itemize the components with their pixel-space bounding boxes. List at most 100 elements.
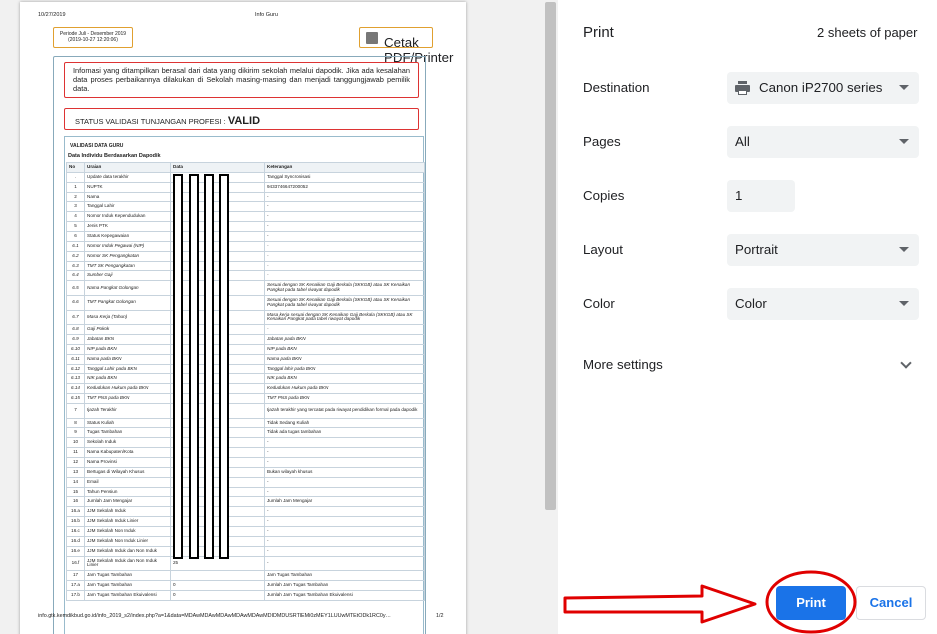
section-subtitle: Data Individu Berdasarkan Dapodik bbox=[68, 153, 161, 159]
status-box: STATUS VALIDASI TUNJANGAN PROFESI : VALI… bbox=[64, 108, 419, 130]
row-keterangan: - bbox=[264, 555, 425, 572]
row-no: 5 bbox=[66, 221, 85, 233]
layout-value: Portrait bbox=[735, 242, 778, 257]
table-row: 14 Email - bbox=[66, 476, 425, 488]
copies-value: 1 bbox=[735, 188, 743, 203]
row-no: 6.1 bbox=[66, 240, 85, 252]
print-pdf-button[interactable]: Cetak PDF/Printer bbox=[359, 27, 453, 65]
pages-value: All bbox=[735, 134, 750, 149]
color-select[interactable]: Color bbox=[727, 288, 919, 320]
layout-select[interactable]: Portrait bbox=[727, 234, 919, 266]
table-row: 10 Sekolah Induk - bbox=[66, 437, 425, 449]
redaction-bar bbox=[189, 174, 199, 559]
table-row: 16.d JJM Sekolah Non Induk Linier - bbox=[66, 535, 425, 547]
row-keterangan: - bbox=[264, 447, 425, 458]
row-no: 4 bbox=[66, 211, 85, 223]
table-row: 17.a Jam Tugas Tambahan 0 Jumlah Jam Tugas … bbox=[66, 580, 425, 591]
row-uraian: Masa Kerja (Tahun) bbox=[84, 309, 171, 326]
row-uraian: JJM Sekolah Induk Linier bbox=[84, 516, 171, 528]
row-no: 14 bbox=[66, 476, 85, 488]
row-data bbox=[170, 363, 265, 375]
table-row: 6.15 TMT PNS pada BKN TMT PNS pada BKN bbox=[66, 393, 425, 404]
table-row: . Update data terakhir Tanggal Syncronisas… bbox=[66, 171, 425, 183]
row-no: 6.6 bbox=[66, 294, 85, 311]
destination-select[interactable]: Canon iP2700 series bbox=[727, 72, 919, 104]
chevron-down-icon bbox=[899, 85, 909, 90]
row-data bbox=[170, 402, 265, 419]
table-row: 17.b Jam Tugas Tambahan Ekuivalensi 0 Jumla… bbox=[66, 589, 425, 601]
table-row: 6.7 Masa Kerja (Tahun) Masa kerja sesuai d… bbox=[66, 309, 425, 326]
print-button[interactable]: Print bbox=[776, 586, 846, 620]
row-uraian: Email bbox=[84, 476, 171, 488]
row-keterangan: Tidak Sedang Kuliah bbox=[264, 417, 425, 429]
row-no: 8 bbox=[66, 417, 85, 429]
row-no: 10 bbox=[66, 437, 85, 449]
row-keterangan: - bbox=[264, 201, 425, 213]
row-uraian: Tanggal Lahir bbox=[84, 201, 171, 213]
row-data bbox=[170, 417, 265, 429]
row-data bbox=[170, 570, 265, 582]
chevron-down-icon bbox=[899, 139, 909, 144]
row-uraian: NIP pada BKN bbox=[84, 343, 171, 355]
row-uraian: Jam Tugas Tambahan bbox=[84, 570, 171, 582]
row-keterangan: - bbox=[264, 240, 425, 252]
row-keterangan: Nama pada BKN bbox=[264, 353, 425, 365]
row-uraian: Jam Tugas Tambahan Ekuivalensi bbox=[84, 589, 171, 601]
print-preview-area[interactable]: 10/27/2019 Info Guru Periode Juli - Dese… bbox=[0, 0, 542, 634]
preview-scroll-thumb[interactable] bbox=[545, 2, 556, 510]
row-uraian: Sumber Gaji bbox=[84, 270, 171, 282]
table-row: 6 Status Kepegawaian - bbox=[66, 231, 425, 242]
row-keterangan: - bbox=[264, 457, 425, 468]
row-keterangan: NIP pada BKN bbox=[264, 343, 425, 355]
table-row: 6.6 TMT Pangkat Golongan Sesuai dengan SK … bbox=[66, 294, 425, 311]
row-no: 2 bbox=[66, 191, 85, 203]
row-keterangan: Tanggal Syncronisasi bbox=[264, 171, 425, 183]
row-no: 6 bbox=[66, 231, 85, 242]
row-keterangan: - bbox=[264, 270, 425, 282]
row-no: 15 bbox=[66, 486, 85, 498]
copies-label: Copies bbox=[583, 188, 625, 203]
row-keterangan: - bbox=[264, 545, 425, 557]
color-value: Color bbox=[735, 296, 767, 311]
row-data bbox=[170, 506, 265, 518]
row-keterangan: TMT PNS pada BKN bbox=[264, 393, 425, 404]
table-row: 9 Tugas Tambahan Tidak ada tugas tambahan bbox=[66, 427, 425, 439]
row-data bbox=[170, 260, 265, 272]
row-no: 6.7 bbox=[66, 309, 85, 326]
row-uraian: Nomor Induk Pegawai (NIP) bbox=[84, 240, 171, 252]
row-data bbox=[170, 466, 265, 478]
table-row: 1 NUPTK 9433746647200052 bbox=[66, 181, 425, 193]
pages-select[interactable]: All bbox=[727, 126, 919, 158]
row-data bbox=[170, 280, 265, 296]
table-row: 13 Bertugas di Wilayah Khusus Bukan wilaya… bbox=[66, 466, 425, 478]
row-data bbox=[170, 373, 265, 385]
table-row: 2 Nama - bbox=[66, 191, 425, 203]
more-settings-toggle[interactable]: More settings bbox=[583, 357, 663, 372]
printer-icon bbox=[366, 32, 378, 44]
row-uraian: Jenis PTK bbox=[84, 221, 171, 233]
row-data bbox=[170, 447, 265, 458]
table-row: 6.12 Tanggal Lahir pada BKN Tanggal lahir … bbox=[66, 363, 425, 375]
table-row: 6.14 Kedudukan Hukum pada BKN Kedudukan Hu… bbox=[66, 383, 425, 395]
print-dialog: 10/27/2019 Info Guru Periode Juli - Dese… bbox=[0, 0, 937, 634]
row-no: 16.d bbox=[66, 535, 85, 547]
row-uraian: NUPTK bbox=[84, 181, 171, 193]
cancel-button[interactable]: Cancel bbox=[856, 586, 926, 620]
row-no: 17.b bbox=[66, 589, 85, 601]
row-no: 6.4 bbox=[66, 270, 85, 282]
layout-label: Layout bbox=[583, 242, 623, 257]
pages-label: Pages bbox=[583, 134, 621, 149]
row-keterangan: Tidak ada tugas tambahan bbox=[264, 427, 425, 439]
table-body: . Update data terakhir Tanggal Syncronisas… bbox=[66, 171, 425, 601]
status-label: STATUS VALIDASI TUNJANGAN PROFESI : bbox=[75, 117, 226, 126]
row-data bbox=[170, 516, 265, 528]
row-data bbox=[170, 535, 265, 547]
row-keterangan: 9433746647200052 bbox=[264, 181, 425, 193]
row-uraian: Kedudukan Hukum pada BKN bbox=[84, 383, 171, 395]
header-title: Info Guru bbox=[255, 12, 278, 18]
copies-input[interactable]: 1 bbox=[727, 180, 795, 212]
table-row: 16.b JJM Sekolah Induk Linier - bbox=[66, 516, 425, 528]
redaction-bar bbox=[219, 174, 229, 559]
row-keterangan: NIK pada BKN bbox=[264, 373, 425, 385]
table-row: 16.a JJM Sekolah Induk - bbox=[66, 506, 425, 518]
